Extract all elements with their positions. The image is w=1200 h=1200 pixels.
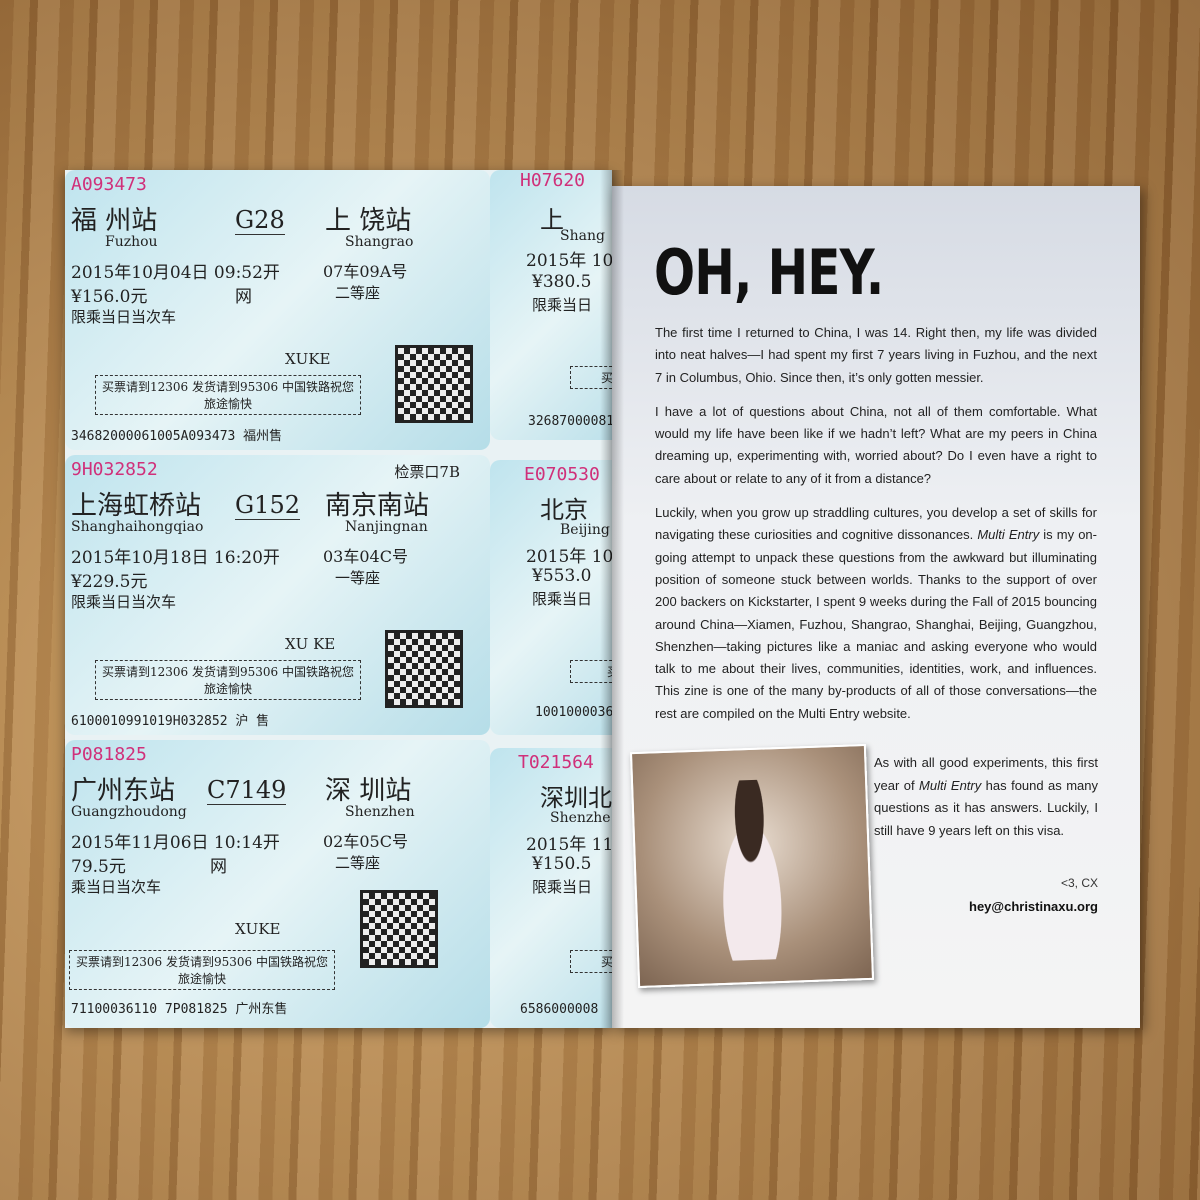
ticket-origin-en: Guangzhoudong — [71, 804, 187, 820]
ticket-number: A093473 — [71, 174, 147, 195]
ticket-destination: 南京南站 — [325, 491, 430, 521]
ticket-price: ¥229.5元 — [71, 572, 148, 592]
child-figure — [703, 778, 800, 962]
ticket-gate: 检票口7B — [394, 463, 460, 481]
ticket-serial: 6100010991019H032852 沪 售 — [71, 714, 270, 729]
childhood-photo — [629, 743, 875, 989]
page-title: OH, HEY. — [654, 236, 884, 309]
ticket-number: P081825 — [71, 744, 147, 765]
ticket-number: H07620 — [520, 170, 586, 191]
ticket-sub: 网 — [235, 287, 252, 307]
email-address: hey@christinaxu.org — [969, 899, 1098, 914]
ticket-name: XUKE — [235, 920, 281, 938]
body-text: The first time I returned to China, I wa… — [655, 322, 1097, 737]
ticket-notice: 买票请到12306 发货请到95306 中国铁路祝您旅途愉快 — [95, 660, 361, 700]
ticket-destination: 上 饶站 — [325, 206, 412, 236]
qr-code — [360, 890, 438, 968]
train-ticket: A093473 福 州站 Fuzhou G28 上 饶站 Shangrao 20… — [65, 170, 490, 450]
train-ticket-partial: H07620 上 Shang 2015年 10 ¥380.5 限乘当日 买票 3… — [490, 170, 612, 440]
ticket-class: 二等座 — [335, 854, 381, 872]
ticket-serial: 34682000061005A093473 福州售 — [71, 429, 283, 444]
ticket-price: 79.5元 — [71, 857, 126, 877]
ticket-limit: 限乘当日当次车 — [71, 593, 177, 611]
ticket-price: ¥156.0元 — [71, 287, 148, 307]
ticket-date: 2015年10月04日 09:52开 — [71, 263, 280, 283]
ticket-number: 9H032852 — [71, 459, 158, 480]
ticket-destination-en: Nanjingnan — [345, 519, 428, 535]
ticket-number: E070530 — [524, 464, 600, 485]
left-page-tickets: A093473 福 州站 Fuzhou G28 上 饶站 Shangrao 20… — [65, 170, 612, 1028]
paragraph: I have a lot of questions about China, n… — [655, 403, 1097, 486]
ticket-origin: 北京 — [540, 496, 588, 524]
ticket-limit: 限乘当日 — [532, 296, 593, 314]
ticket-name: XUKE — [285, 350, 331, 368]
ticket-origin: 上海虹桥站 — [71, 491, 202, 521]
ticket-train: C7149 — [207, 776, 287, 805]
paragraph: The first time I returned to China, I wa… — [655, 325, 1097, 385]
zine-title-italic: Multi Entry — [919, 777, 982, 793]
qr-code — [385, 630, 463, 708]
ticket-name: XU KE — [285, 635, 336, 653]
ticket-class: 二等座 — [335, 284, 381, 302]
ticket-origin: 福 州站 — [71, 206, 158, 236]
qr-code — [395, 345, 473, 423]
ticket-price: ¥150.5 — [532, 854, 592, 874]
train-ticket-partial: E070530 北京 Beijing 2015年 10 ¥553.0 限乘当日 … — [490, 460, 612, 735]
ticket-price: ¥380.5 — [532, 272, 592, 292]
ticket-train: G152 — [235, 491, 300, 520]
ticket-notice: 买票请到12306 发货请到95306 中国铁路祝您旅途愉快 — [95, 375, 361, 415]
ticket-destination-en: Shangrao — [345, 234, 414, 250]
ticket-destination: 深 圳站 — [325, 776, 412, 806]
ticket-origin-en: Shang — [560, 228, 605, 244]
ticket-serial: 71100036110 7P081825 广州东售 — [71, 1002, 288, 1017]
spine-shadow — [600, 170, 624, 1028]
ticket-date: 2015年10月18日 16:20开 — [71, 548, 280, 568]
ticket-price: ¥553.0 — [532, 566, 592, 586]
ticket-limit: 乘当日当次车 — [71, 878, 162, 896]
ticket-sub: 网 — [210, 857, 227, 877]
ticket-destination-en: Shenzhen — [345, 804, 415, 820]
ticket-seat: 07车09A号 — [323, 262, 408, 281]
ticket-notice: 买票请到12306 发货请到95306 中国铁路祝您旅途愉快 — [69, 950, 335, 990]
ticket-serial: 6586000008 — [520, 1002, 599, 1017]
ticket-train: G28 — [235, 206, 285, 235]
ticket-origin-en: Fuzhou — [105, 234, 158, 250]
ticket-class: 一等座 — [335, 569, 381, 587]
train-ticket: 9H032852 检票口7B 上海虹桥站 Shanghaihongqiao G1… — [65, 455, 490, 735]
signoff: <3, CX — [1060, 876, 1098, 890]
right-page-text: OH, HEY. The first time I returned to Ch… — [612, 186, 1140, 1028]
paragraph: Luckily, when you grow up straddling cul… — [655, 502, 1097, 725]
paragraph-text: is my on-going attempt to unpack these q… — [655, 527, 1097, 721]
train-ticket-partial: T021564 深圳北 Shenzhe 2015年 11 ¥150.5 限乘当日… — [490, 748, 612, 1028]
zine-title-italic: Multi Entry — [977, 527, 1040, 543]
ticket-origin-en: Shanghaihongqiao — [71, 519, 204, 535]
ticket-limit: 限乘当日 — [532, 590, 593, 608]
ticket-date: 2015年11月06日 10:14开 — [71, 833, 280, 853]
train-ticket: P081825 广州东站 Guangzhoudong C7149 深 圳站 Sh… — [65, 740, 490, 1028]
ticket-limit: 限乘当日 — [532, 878, 593, 896]
ticket-seat: 03车04C号 — [323, 547, 408, 566]
ticket-origin: 广州东站 — [71, 776, 176, 806]
ticket-seat: 02车05C号 — [323, 832, 408, 851]
ticket-number: T021564 — [518, 752, 594, 773]
closing-paragraph: As with all good experiments, this first… — [874, 752, 1098, 842]
ticket-limit: 限乘当日当次车 — [71, 308, 177, 326]
